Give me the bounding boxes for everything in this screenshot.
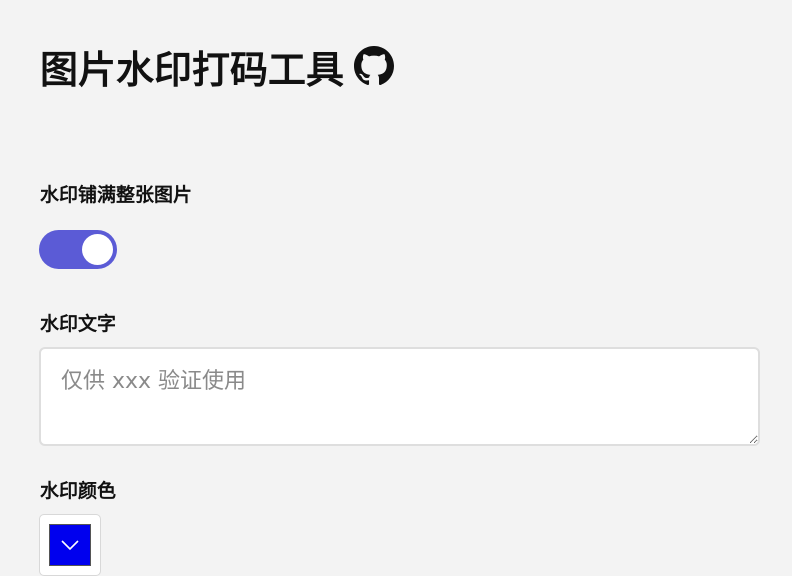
github-icon-graphic xyxy=(354,46,395,86)
text-label: 水印文字 xyxy=(40,313,117,335)
chevron-down-icon xyxy=(61,540,79,551)
watermark-text-input[interactable] xyxy=(39,347,760,446)
page-title-row: 图片水印打码工具 xyxy=(40,38,395,94)
fill-label: 水印铺满整张图片 xyxy=(40,184,193,206)
github-icon[interactable] xyxy=(354,46,395,86)
color-swatch xyxy=(49,524,91,566)
page-title: 图片水印打码工具 xyxy=(40,47,345,92)
fill-toggle[interactable] xyxy=(39,230,117,269)
toggle-knob xyxy=(82,234,113,265)
color-picker[interactable] xyxy=(39,514,101,576)
main-panel: 图片水印打码工具 水印铺满整张图片 水印文字 水印颜色 xyxy=(0,0,792,576)
color-label: 水印颜色 xyxy=(40,480,117,502)
